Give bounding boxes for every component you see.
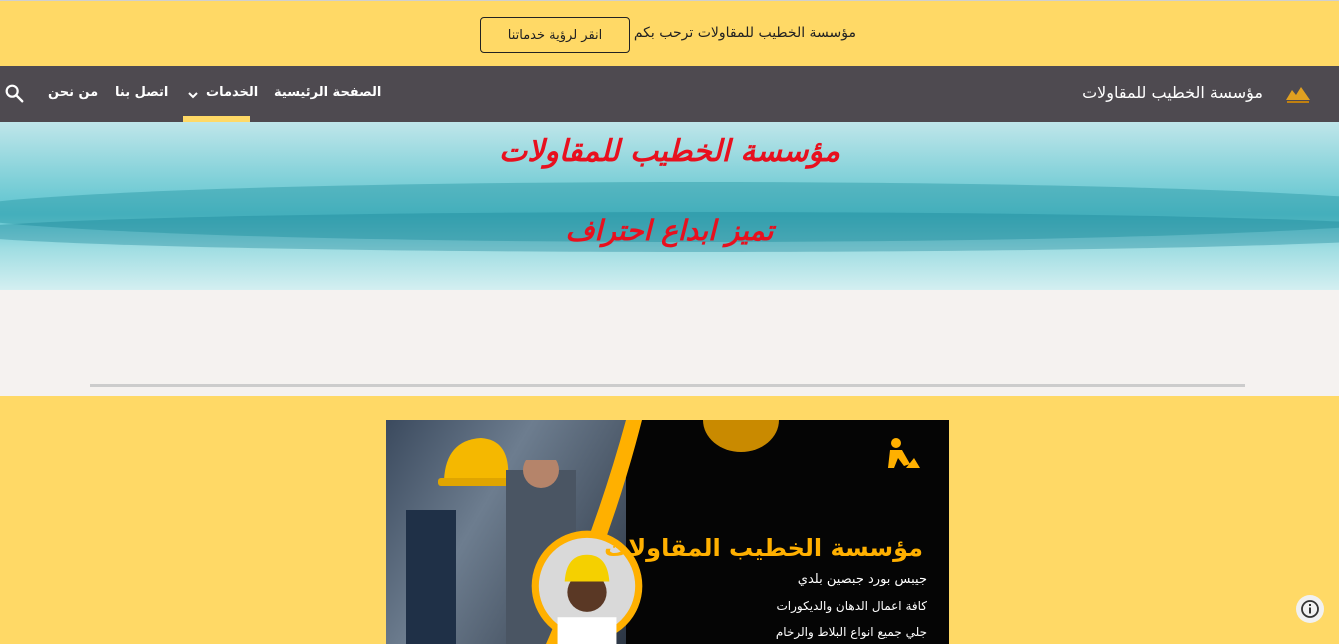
see-services-button[interactable]: انقر لرؤية خدماتنا xyxy=(480,17,630,53)
logo-icon[interactable] xyxy=(1284,82,1312,106)
hero-banner: مؤسسة الخطيب للمقاولات تميز ابداع احتراف xyxy=(0,122,1339,290)
worker-body xyxy=(406,510,456,644)
banner-service-2: كافة اعمال الدهان والديكورات xyxy=(776,599,927,613)
chevron-down-icon[interactable] xyxy=(186,88,200,102)
announcement-bar: مؤسسة الخطيب للمقاولات ترحب بكم انقر لرؤ… xyxy=(0,0,1339,66)
banner-section: مؤسسة الخطيب المقاولات جيبس بورد جبصين ب… xyxy=(0,396,1339,644)
hero-slogan: تميز ابداع احتراف xyxy=(565,214,774,247)
divider xyxy=(90,384,1245,387)
stripe-circle xyxy=(703,420,779,452)
hero-title: مؤسسة الخطيب للمقاولات xyxy=(499,134,840,169)
banner-title: مؤسسة الخطيب المقاولات xyxy=(604,534,923,562)
company-banner-image: مؤسسة الخطيب المقاولات جيبس بورد جبصين ب… xyxy=(386,420,949,644)
main-nav: من نحن اتصل بنا الخدمات الصفحة الرئيسية … xyxy=(0,66,1339,122)
info-icon xyxy=(1301,600,1319,618)
announcement-text: مؤسسة الخطيب للمقاولات ترحب بكم xyxy=(633,25,856,41)
nav-item-services[interactable]: الخدمات xyxy=(206,85,258,100)
nav-item-contact[interactable]: اتصل بنا xyxy=(115,85,168,100)
spacer-section xyxy=(0,290,1339,396)
nav-item-about[interactable]: من نحن xyxy=(48,85,98,100)
banner-service-3: جلي جميع انواع البلاط والرخام xyxy=(775,625,927,639)
search-icon[interactable] xyxy=(3,82,25,104)
construction-worker-icon xyxy=(888,438,920,468)
nav-item-home[interactable]: الصفحة الرئيسية xyxy=(274,85,381,100)
banner-service-1: جيبس بورد جبصين بلدي xyxy=(797,572,927,587)
info-button[interactable] xyxy=(1296,595,1324,623)
site-title[interactable]: مؤسسة الخطيب للمقاولات xyxy=(1082,83,1263,102)
